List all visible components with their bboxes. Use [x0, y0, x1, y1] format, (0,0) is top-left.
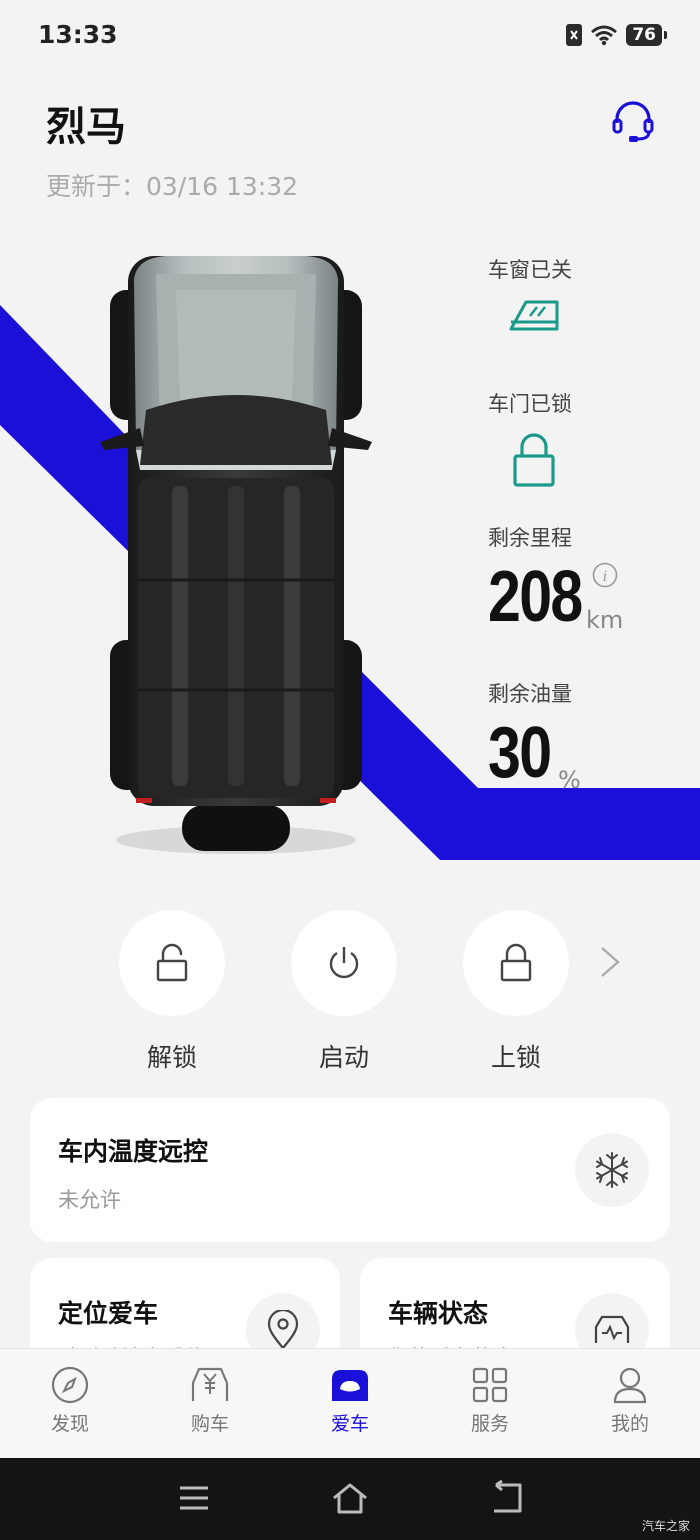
watermark: 汽车之家	[641, 1519, 690, 1533]
unlock-icon	[156, 943, 188, 982]
snowflake-icon	[596, 1152, 628, 1188]
vehicle-hero: 车窗已关 车门已锁 剩余里程 208 km i 剩余油量 30%	[0, 240, 700, 880]
climate-control-card[interactable]: 车内温度远控 未允许	[30, 1098, 670, 1242]
tab-service[interactable]: 服务	[420, 1349, 560, 1458]
grid-icon	[472, 1367, 508, 1403]
unlock-label: 解锁	[146, 1043, 197, 1072]
power-icon	[329, 947, 359, 979]
tab-discover-label: 发现	[50, 1413, 89, 1435]
lock-circle[interactable]	[463, 910, 569, 1016]
tab-service-label: 服务	[470, 1413, 509, 1435]
range-status: 剩余里程 208 km i	[488, 522, 623, 638]
climate-icon-circle[interactable]	[575, 1133, 649, 1207]
range-unit: km	[586, 606, 624, 634]
unlock-circle[interactable]	[119, 910, 225, 1016]
home-icon[interactable]	[330, 1480, 370, 1516]
window-status: 车窗已关	[488, 254, 572, 338]
bottom-tab-bar: 发现 购车 爱车 服务 我的	[0, 1348, 700, 1458]
battery-indicator: 76	[626, 24, 667, 46]
lock-label: 上锁	[490, 1043, 541, 1072]
car-window-icon	[509, 300, 559, 331]
range-value: 208	[488, 557, 583, 637]
fuel-value: 30	[488, 713, 552, 793]
unlock-button[interactable]: 解锁	[119, 910, 225, 1074]
start-circle[interactable]	[291, 910, 397, 1016]
tab-profile-label: 我的	[610, 1413, 649, 1435]
tab-my-car[interactable]: 爱车	[280, 1349, 420, 1458]
lock-button[interactable]: 上锁	[463, 910, 569, 1074]
car-top-view-image	[100, 256, 372, 854]
car-status-icon	[594, 1315, 630, 1343]
range-label: 剩余里程	[488, 526, 572, 550]
climate-card-subtitle: 未允许	[58, 1188, 121, 1212]
door-status-label: 车门已锁	[488, 392, 572, 416]
tab-my-car-label: 爱车	[330, 1413, 369, 1435]
info-icon[interactable]: i	[592, 562, 618, 588]
climate-card-title: 车内温度远控	[58, 1137, 209, 1166]
profile-icon	[613, 1367, 647, 1404]
fuel-unit: %	[558, 766, 581, 794]
tab-discover[interactable]: 发现	[0, 1349, 140, 1458]
tab-buy-car[interactable]: 购车	[140, 1349, 280, 1458]
fuel-status: 剩余油量 30%	[488, 678, 581, 794]
car-icon	[332, 1370, 368, 1401]
sim-off-icon	[566, 24, 583, 46]
window-status-label: 车窗已关	[488, 258, 572, 282]
back-icon[interactable]	[488, 1480, 524, 1516]
last-updated: 更新于：03/16 13:32	[46, 172, 299, 201]
fuel-label: 剩余油量	[488, 682, 572, 706]
door-status: 车门已锁	[488, 388, 572, 492]
tab-buy-car-label: 购车	[190, 1413, 229, 1435]
page-title: 烈马	[46, 104, 126, 150]
car-purchase-icon	[191, 1367, 229, 1401]
system-nav-bar: 汽车之家	[0, 1458, 700, 1540]
menu-icon[interactable]	[178, 1480, 210, 1516]
tab-profile[interactable]: 我的	[560, 1349, 700, 1458]
vehicle-card-title: 车辆状态	[388, 1299, 489, 1328]
headset-support-icon[interactable]	[610, 98, 656, 144]
location-pin-icon	[267, 1310, 299, 1350]
status-time: 13:33	[38, 20, 118, 49]
lock-icon	[500, 943, 532, 982]
chevron-right-icon[interactable]	[596, 944, 624, 980]
start-button[interactable]: 启动	[291, 910, 397, 1074]
wifi-icon	[591, 25, 618, 46]
compass-icon	[51, 1366, 89, 1404]
status-icons: 76	[566, 24, 667, 46]
start-label: 启动	[318, 1043, 369, 1072]
status-bar: 13:33 76	[0, 0, 700, 76]
locate-card-title: 定位爱车	[58, 1299, 159, 1328]
door-lock-icon	[513, 433, 555, 487]
svg-text:i: i	[603, 569, 607, 585]
